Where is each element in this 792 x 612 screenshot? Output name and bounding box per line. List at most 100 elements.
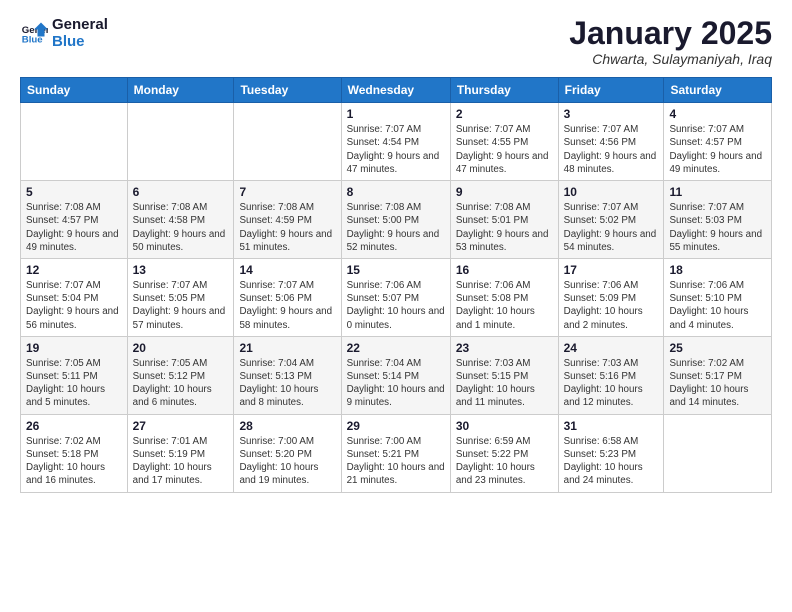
day-info: Sunrise: 7:07 AMSunset: 4:54 PMDaylight:…: [347, 123, 445, 176]
calendar-cell: [664, 414, 772, 492]
day-number: 24: [564, 341, 659, 355]
day-number: 4: [669, 107, 766, 121]
page-header: General Blue General Blue January 2025 C…: [20, 16, 772, 67]
logo: General Blue General Blue: [20, 16, 108, 51]
calendar-cell: 4Sunrise: 7:07 AMSunset: 4:57 PMDaylight…: [664, 103, 772, 181]
calendar-cell: [127, 103, 234, 181]
calendar-cell: 16 Sunrise: 7:06 AMSunset: 5:08 PMDayligh…: [450, 258, 558, 336]
header-tuesday: Tuesday: [234, 78, 341, 103]
header-sunday: Sunday: [21, 78, 128, 103]
logo-general: General: [52, 16, 108, 33]
calendar-cell: 21 Sunrise: 7:04 AMSunset: 5:13 PMDayligh…: [234, 336, 341, 414]
day-info: Sunrise: 7:07 AMSunset: 4:56 PMDaylight:…: [564, 123, 659, 176]
day-number: 30: [456, 419, 553, 433]
calendar-cell: 14 Sunrise: 7:07 AMSunset: 5:06 PMDayligh…: [234, 258, 341, 336]
day-number: 16: [456, 263, 553, 277]
day-info: Sunrise: 7:08 AMSunset: 5:00 PMDaylight:…: [347, 201, 445, 254]
day-info: Sunrise: 7:07 AMSunset: 4:55 PMDaylight:…: [456, 123, 553, 176]
calendar-cell: 6 Sunrise: 7:08 AMSunset: 4:58 PMDaylight…: [127, 181, 234, 259]
day-number: 23: [456, 341, 553, 355]
day-info: Sunrise: 7:00 AMSunset: 5:20 PMDaylight:…: [239, 435, 335, 488]
weekday-header-row: Sunday Monday Tuesday Wednesday Thursday…: [21, 78, 772, 103]
day-number: 21: [239, 341, 335, 355]
day-info: Sunrise: 7:03 AMSunset: 5:16 PMDaylight:…: [564, 357, 659, 410]
calendar-cell: 31Sunrise: 6:58 AMSunset: 5:23 PMDayligh…: [558, 414, 664, 492]
day-number: 5: [26, 185, 122, 199]
day-number: 13: [133, 263, 229, 277]
calendar-cell: 7Sunrise: 7:08 AMSunset: 4:59 PMDaylight…: [234, 181, 341, 259]
calendar-week-row: 12 Sunrise: 7:07 AMSunset: 5:04 PMDayligh…: [21, 258, 772, 336]
day-info: Sunrise: 7:07 AMSunset: 5:06 PMDaylight:…: [239, 279, 335, 332]
day-number: 8: [347, 185, 445, 199]
calendar-cell: 22Sunrise: 7:04 AMSunset: 5:14 PMDayligh…: [341, 336, 450, 414]
calendar-week-row: 19Sunrise: 7:05 AMSunset: 5:11 PMDayligh…: [21, 336, 772, 414]
day-info: Sunrise: 7:01 AMSunset: 5:19 PMDaylight:…: [133, 435, 229, 488]
day-info: Sunrise: 7:06 AMSunset: 5:08 PMDaylight:…: [456, 279, 553, 332]
day-number: 12: [26, 263, 122, 277]
day-number: 29: [347, 419, 445, 433]
day-info: Sunrise: 7:08 AMSunset: 4:59 PMDaylight:…: [239, 201, 335, 254]
calendar-cell: 19Sunrise: 7:05 AMSunset: 5:11 PMDayligh…: [21, 336, 128, 414]
calendar-cell: 28 Sunrise: 7:00 AMSunset: 5:20 PMDayligh…: [234, 414, 341, 492]
logo-blue: Blue: [52, 33, 108, 50]
calendar-cell: 23 Sunrise: 7:03 AMSunset: 5:15 PMDayligh…: [450, 336, 558, 414]
calendar-cell: 10Sunrise: 7:07 AMSunset: 5:02 PMDayligh…: [558, 181, 664, 259]
calendar-cell: 11 Sunrise: 7:07 AMSunset: 5:03 PMDayligh…: [664, 181, 772, 259]
calendar-cell: 30Sunrise: 6:59 AMSunset: 5:22 PMDayligh…: [450, 414, 558, 492]
calendar-cell: 17Sunrise: 7:06 AMSunset: 5:09 PMDayligh…: [558, 258, 664, 336]
calendar-cell: 15Sunrise: 7:06 AMSunset: 5:07 PMDayligh…: [341, 258, 450, 336]
calendar-week-row: 1 Sunrise: 7:07 AMSunset: 4:54 PMDaylight…: [21, 103, 772, 181]
day-number: 2: [456, 107, 553, 121]
day-info: Sunrise: 6:58 AMSunset: 5:23 PMDaylight:…: [564, 435, 659, 488]
calendar-cell: [234, 103, 341, 181]
calendar-cell: [21, 103, 128, 181]
header-friday: Friday: [558, 78, 664, 103]
day-info: Sunrise: 7:06 AMSunset: 5:10 PMDaylight:…: [669, 279, 766, 332]
day-info: Sunrise: 7:08 AMSunset: 5:01 PMDaylight:…: [456, 201, 553, 254]
day-number: 22: [347, 341, 445, 355]
header-monday: Monday: [127, 78, 234, 103]
calendar-cell: 29 Sunrise: 7:00 AMSunset: 5:21 PMDayligh…: [341, 414, 450, 492]
day-info: Sunrise: 7:00 AMSunset: 5:21 PMDaylight:…: [347, 435, 445, 488]
day-info: Sunrise: 7:07 AMSunset: 5:05 PMDaylight:…: [133, 279, 229, 332]
day-number: 17: [564, 263, 659, 277]
day-info: Sunrise: 7:05 AMSunset: 5:11 PMDaylight:…: [26, 357, 122, 410]
day-info: Sunrise: 7:05 AMSunset: 5:12 PMDaylight:…: [133, 357, 229, 410]
calendar-cell: 9Sunrise: 7:08 AMSunset: 5:01 PMDaylight…: [450, 181, 558, 259]
header-saturday: Saturday: [664, 78, 772, 103]
day-number: 18: [669, 263, 766, 277]
calendar-cell: 13 Sunrise: 7:07 AMSunset: 5:05 PMDayligh…: [127, 258, 234, 336]
day-number: 14: [239, 263, 335, 277]
day-number: 6: [133, 185, 229, 199]
day-number: 27: [133, 419, 229, 433]
calendar-cell: 5Sunrise: 7:08 AMSunset: 4:57 PMDaylight…: [21, 181, 128, 259]
day-number: 11: [669, 185, 766, 199]
calendar-cell: 25 Sunrise: 7:02 AMSunset: 5:17 PMDayligh…: [664, 336, 772, 414]
calendar-cell: 1 Sunrise: 7:07 AMSunset: 4:54 PMDaylight…: [341, 103, 450, 181]
calendar-table: Sunday Monday Tuesday Wednesday Thursday…: [20, 77, 772, 492]
day-number: 26: [26, 419, 122, 433]
day-number: 1: [347, 107, 445, 121]
day-info: Sunrise: 7:07 AMSunset: 5:02 PMDaylight:…: [564, 201, 659, 254]
calendar-cell: 8 Sunrise: 7:08 AMSunset: 5:00 PMDaylight…: [341, 181, 450, 259]
day-info: Sunrise: 7:02 AMSunset: 5:17 PMDaylight:…: [669, 357, 766, 410]
day-number: 25: [669, 341, 766, 355]
calendar-week-row: 26Sunrise: 7:02 AMSunset: 5:18 PMDayligh…: [21, 414, 772, 492]
day-number: 3: [564, 107, 659, 121]
calendar-cell: 2 Sunrise: 7:07 AMSunset: 4:55 PMDaylight…: [450, 103, 558, 181]
location-subtitle: Chwarta, Sulaymaniyah, Iraq: [569, 51, 772, 67]
title-block: January 2025 Chwarta, Sulaymaniyah, Iraq: [569, 16, 772, 67]
day-info: Sunrise: 7:06 AMSunset: 5:07 PMDaylight:…: [347, 279, 445, 332]
calendar-cell: 26Sunrise: 7:02 AMSunset: 5:18 PMDayligh…: [21, 414, 128, 492]
day-info: Sunrise: 7:08 AMSunset: 4:58 PMDaylight:…: [133, 201, 229, 254]
calendar-cell: 20Sunrise: 7:05 AMSunset: 5:12 PMDayligh…: [127, 336, 234, 414]
calendar-cell: 24 Sunrise: 7:03 AMSunset: 5:16 PMDayligh…: [558, 336, 664, 414]
calendar-cell: 3 Sunrise: 7:07 AMSunset: 4:56 PMDaylight…: [558, 103, 664, 181]
day-info: Sunrise: 7:07 AMSunset: 5:04 PMDaylight:…: [26, 279, 122, 332]
day-number: 28: [239, 419, 335, 433]
day-info: Sunrise: 7:07 AMSunset: 5:03 PMDaylight:…: [669, 201, 766, 254]
day-info: Sunrise: 7:03 AMSunset: 5:15 PMDaylight:…: [456, 357, 553, 410]
month-title: January 2025: [569, 16, 772, 51]
logo-icon: General Blue: [20, 19, 48, 47]
day-info: Sunrise: 7:04 AMSunset: 5:13 PMDaylight:…: [239, 357, 335, 410]
